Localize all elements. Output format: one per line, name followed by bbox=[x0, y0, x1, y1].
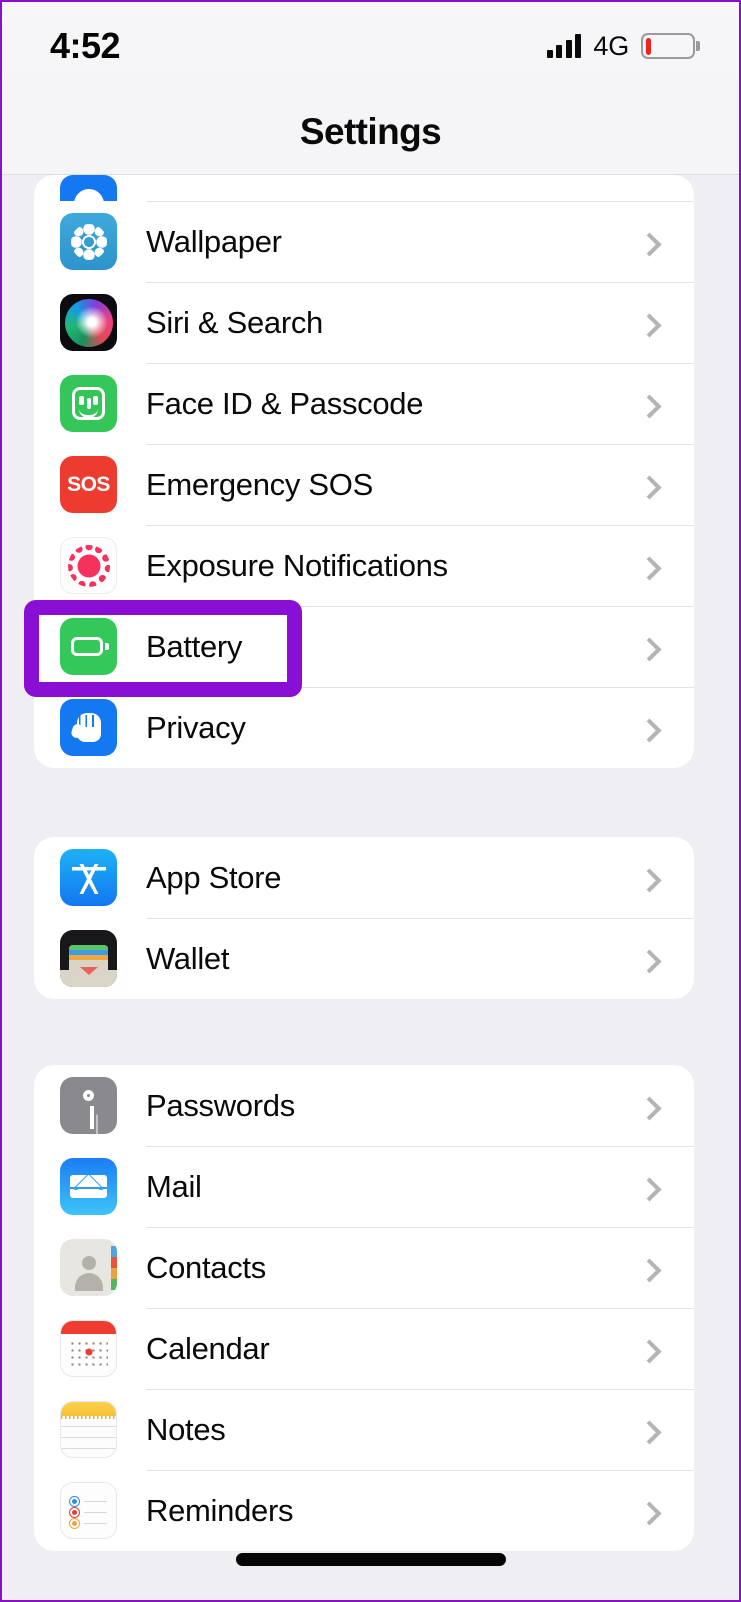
chevron-right-icon bbox=[637, 1338, 662, 1364]
chevron-right-icon bbox=[637, 1257, 662, 1283]
list-item-label: Exposure Notifications bbox=[146, 547, 448, 583]
chevron-right-icon bbox=[637, 312, 662, 338]
passwords-icon bbox=[60, 1077, 117, 1134]
contacts-icon bbox=[60, 1239, 117, 1296]
wallet-icon bbox=[60, 930, 117, 987]
face-id-icon bbox=[60, 375, 117, 432]
navigation-bar: Settings bbox=[2, 90, 739, 175]
notes-icon bbox=[60, 1401, 117, 1458]
settings-group-apps: Passwords Mail Contacts Calendar Notes R… bbox=[34, 1065, 694, 1551]
list-item-label: Calendar bbox=[146, 1330, 270, 1366]
list-item-label: Passwords bbox=[146, 1087, 295, 1123]
sidebar-item-siri-search[interactable]: Siri & Search bbox=[34, 282, 694, 363]
list-item-label: Emergency SOS bbox=[146, 466, 373, 502]
sidebar-item-wallpaper[interactable]: Wallpaper bbox=[34, 201, 694, 282]
exposure-notifications-icon bbox=[60, 537, 117, 594]
list-item-label: Notes bbox=[146, 1411, 226, 1447]
sidebar-item-passwords[interactable]: Passwords bbox=[34, 1065, 694, 1146]
settings-group-system: Wallpaper Siri & Search Face ID & Passco… bbox=[34, 175, 694, 768]
wallpaper-icon bbox=[60, 213, 117, 270]
chevron-right-icon bbox=[637, 867, 662, 893]
status-bar-indicators: 4G bbox=[546, 30, 700, 62]
sidebar-item-battery[interactable]: Battery bbox=[34, 606, 694, 687]
list-item-label: Wallet bbox=[146, 940, 230, 976]
settings-group-stores: App Store Wallet bbox=[34, 837, 694, 999]
chevron-right-icon bbox=[637, 1095, 662, 1121]
chevron-right-icon bbox=[637, 1176, 662, 1202]
list-item-label: Reminders bbox=[146, 1492, 294, 1528]
list-item-label: Battery bbox=[146, 628, 243, 664]
list-item-label: App Store bbox=[146, 859, 282, 895]
app-store-icon bbox=[60, 849, 117, 906]
chevron-right-icon bbox=[637, 1500, 662, 1526]
display-brightness-icon bbox=[60, 175, 117, 201]
iphone-settings-screen: 4:52 4G Settings Wallpaper Siri & Search… bbox=[2, 2, 739, 1600]
chevron-right-icon bbox=[637, 948, 662, 974]
sidebar-item-privacy[interactable]: Privacy bbox=[34, 687, 694, 768]
sidebar-item-exposure-notifications[interactable]: Exposure Notifications bbox=[34, 525, 694, 606]
chevron-right-icon bbox=[637, 474, 662, 500]
network-type-label: 4G bbox=[593, 30, 629, 61]
page-title: Settings bbox=[299, 111, 442, 152]
chevron-right-icon bbox=[637, 717, 662, 743]
sidebar-item-notes[interactable]: Notes bbox=[34, 1389, 694, 1470]
sidebar-item-contacts[interactable]: Contacts bbox=[34, 1227, 694, 1308]
chevron-right-icon bbox=[637, 636, 662, 662]
sidebar-item-emergency-sos[interactable]: SOS Emergency SOS bbox=[34, 444, 694, 525]
sidebar-item-app-store[interactable]: App Store bbox=[34, 837, 694, 918]
signal-bars-icon bbox=[546, 34, 582, 58]
chevron-right-icon bbox=[637, 1419, 662, 1445]
list-item-label: Face ID & Passcode bbox=[146, 385, 424, 421]
calendar-icon bbox=[60, 1320, 117, 1377]
settings-list[interactable]: Wallpaper Siri & Search Face ID & Passco… bbox=[2, 175, 739, 1600]
status-bar-clock: 4:52 bbox=[50, 25, 121, 66]
emergency-sos-icon: SOS bbox=[60, 456, 117, 513]
status-bar: 4:52 4G bbox=[2, 2, 739, 90]
reminders-icon bbox=[60, 1482, 117, 1539]
list-item-label: Contacts bbox=[146, 1249, 266, 1285]
home-indicator bbox=[235, 1553, 506, 1566]
list-item-label: Siri & Search bbox=[146, 304, 323, 340]
mail-icon bbox=[60, 1158, 117, 1215]
battery-low-icon bbox=[641, 33, 700, 59]
list-item-label: Privacy bbox=[146, 709, 246, 745]
sidebar-item-calendar[interactable]: Calendar bbox=[34, 1308, 694, 1389]
sidebar-item-face-id-passcode[interactable]: Face ID & Passcode bbox=[34, 363, 694, 444]
list-item-partial-top[interactable] bbox=[34, 175, 694, 201]
chevron-right-icon bbox=[637, 393, 662, 419]
list-item-label: Wallpaper bbox=[146, 223, 282, 259]
list-item-label: Mail bbox=[146, 1168, 202, 1204]
siri-icon bbox=[60, 294, 117, 351]
sidebar-item-wallet[interactable]: Wallet bbox=[34, 918, 694, 999]
chevron-right-icon bbox=[637, 231, 662, 257]
battery-icon bbox=[60, 618, 117, 675]
sidebar-item-mail[interactable]: Mail bbox=[34, 1146, 694, 1227]
privacy-icon bbox=[60, 699, 117, 756]
sidebar-item-reminders[interactable]: Reminders bbox=[34, 1470, 694, 1551]
chevron-right-icon bbox=[637, 555, 662, 581]
